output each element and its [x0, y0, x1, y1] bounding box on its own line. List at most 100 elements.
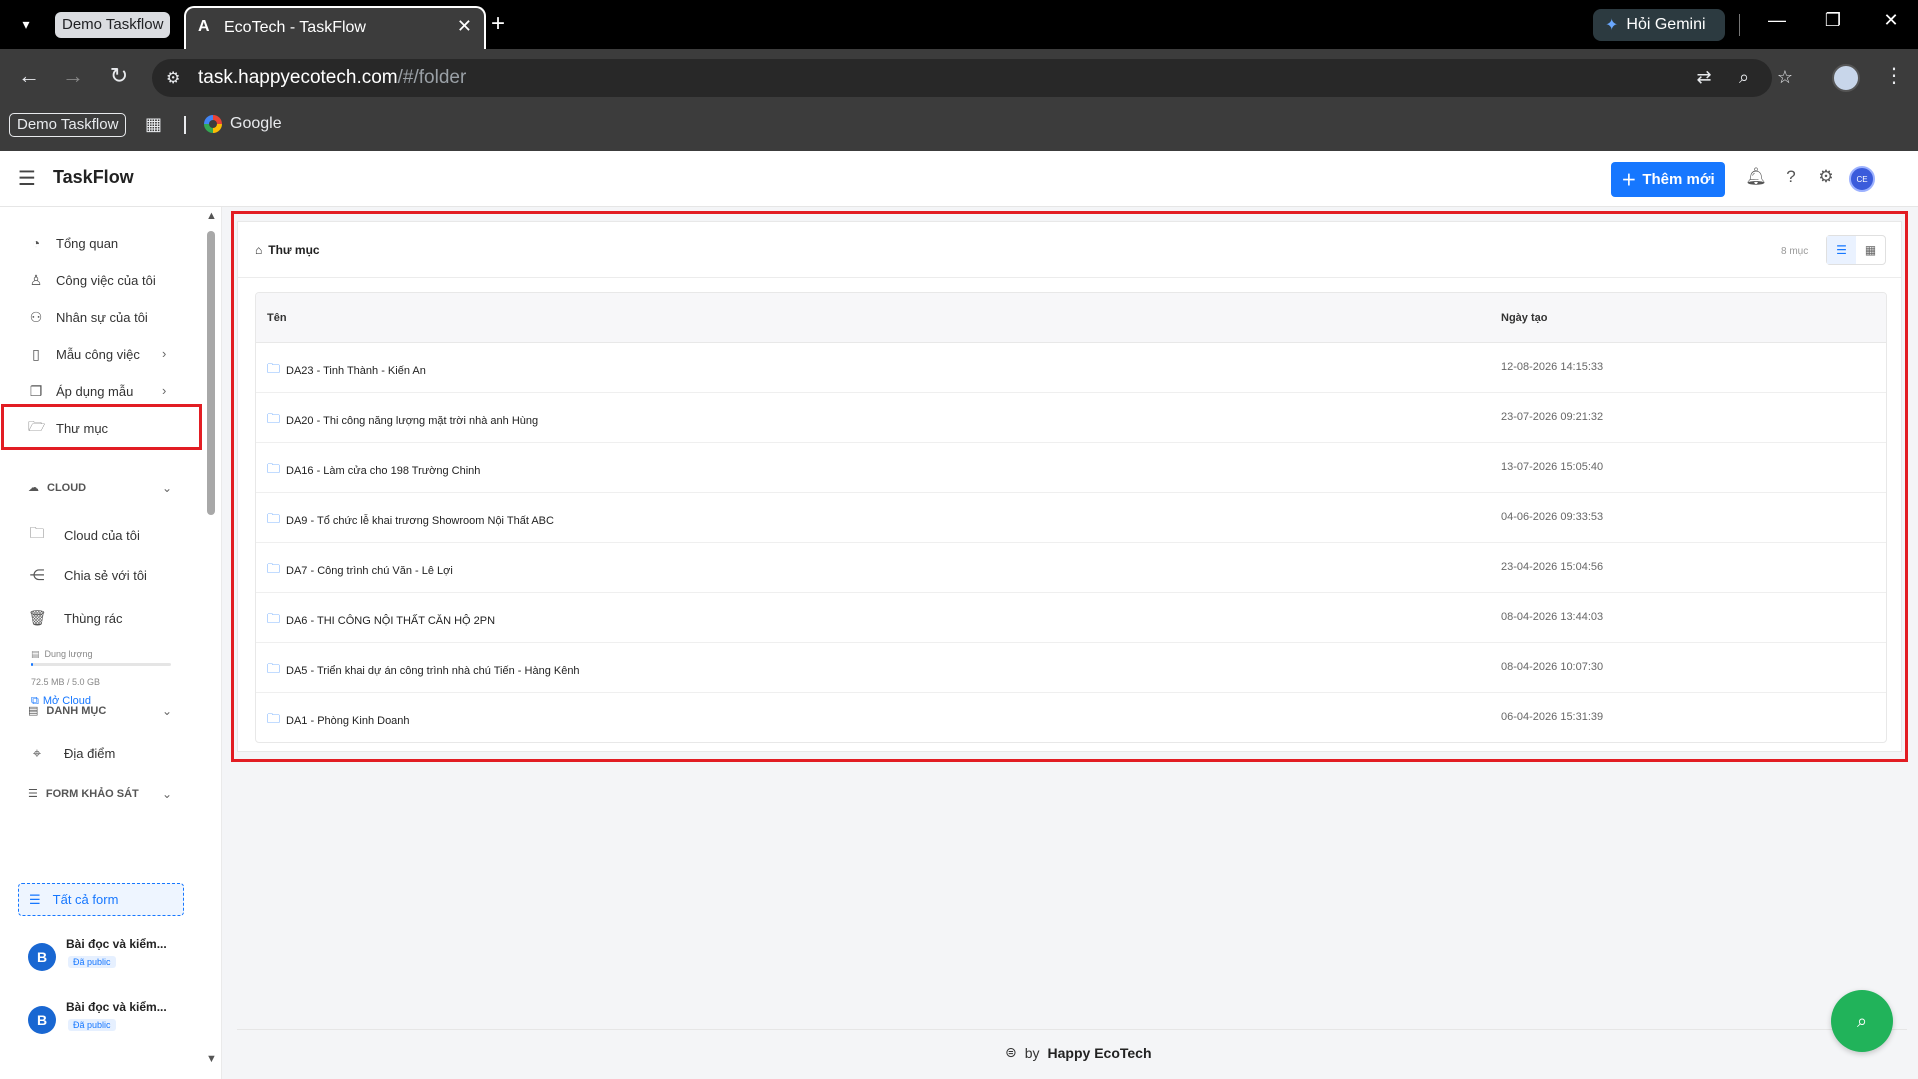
cloud-icon: ☁︎ [28, 482, 39, 494]
sidebar-item-label: Thùng rác [64, 610, 123, 626]
dashboard-icon: ◔ [31, 235, 41, 251]
translate-icon[interactable]: ⇄ [1692, 67, 1716, 88]
bookmark-google[interactable]: Google [204, 115, 282, 133]
main-highlight-box [231, 211, 1908, 762]
add-new-button[interactable]: ＋ Thêm mới [1611, 162, 1725, 197]
forms-heading-label: FORM KHẢO SÁT [45, 787, 139, 800]
window-separator [1739, 14, 1740, 36]
sidebar-item-label: Công việc của tôi [56, 272, 156, 288]
user-avatar[interactable]: CE [1849, 166, 1875, 192]
plus-icon: ＋ [1621, 172, 1637, 189]
profile-avatar[interactable] [1832, 64, 1860, 92]
back-arrow-icon[interactable]: ← [14, 63, 44, 89]
chat-search-icon: ⌕ [1856, 1010, 1868, 1031]
user-icon: ♙ [29, 271, 43, 288]
storage-label-text: Dung lượng [44, 649, 93, 659]
bookmark-star-icon[interactable]: ☆ [1773, 67, 1797, 88]
file-icon: ▯ [32, 345, 40, 362]
main-content: ⌂ Thư mục 8 mục ☰ ▦ Tên Ngày tạo 🗀︎ DA23 … [222, 207, 1918, 1079]
app-title: TaskFlow [53, 167, 134, 187]
form-avatar: B [28, 943, 56, 971]
zoom-icon[interactable]: ⌕ [1732, 67, 1756, 88]
footer: ⊜ by Happy EcoTech [237, 1029, 1907, 1079]
sidebar-highlight-box [1, 404, 202, 450]
apps-grid-icon[interactable]: ▦ [145, 114, 162, 135]
form-status-badge: Đã public [68, 1019, 116, 1031]
form-list-item[interactable]: B Bài đọc và kiểm... Đã public [28, 1000, 198, 1040]
sidebar-scrollbar[interactable]: ▲ ▼ [204, 207, 218, 1065]
storage-progress-fill [31, 663, 33, 666]
scroll-up-arrow-icon[interactable]: ▲ [206, 210, 217, 222]
forward-arrow-icon[interactable]: → [58, 63, 88, 89]
category-section-heading[interactable]: ▤ DANH MỤC [28, 704, 107, 718]
chevron-right-icon[interactable]: › [162, 346, 166, 361]
sidebar-item-shared-with-me[interactable]: ⋲ Chia sẻ với tôi [28, 566, 147, 584]
category-heading-label: DANH MỤC [46, 704, 107, 717]
bookmarks-bar: Demo Taskflow ▦ Google [0, 109, 1918, 151]
all-forms-button[interactable]: ☰ Tất cả form [18, 883, 184, 916]
form-title: Bài đọc và kiểm... [66, 1000, 167, 1014]
minimize-icon[interactable]: — [1762, 10, 1792, 31]
form-list-item[interactable]: B Bài đọc và kiểm... Đã public [28, 937, 198, 977]
gemini-button[interactable]: ✦ Hỏi Gemini [1593, 9, 1725, 41]
footer-brand: Happy EcoTech [1047, 1044, 1152, 1061]
reload-icon[interactable]: ↻ [104, 63, 134, 89]
sidebar-item-label: Áp dụng mẫu [56, 383, 134, 399]
gemini-sparkle-icon: ✦ [1605, 17, 1619, 34]
sidebar-item-my-staff[interactable]: ⚇ Nhân sự của tôi [28, 306, 148, 328]
site-info-icon[interactable]: ⚙ [166, 68, 180, 88]
browser-tabbar: ▾ Demo Taskflow A EcoTech - TaskFlow ✕ +… [0, 0, 1918, 49]
bell-icon[interactable]: 🔔︎ [1745, 167, 1767, 187]
gear-icon[interactable]: ⚙ [1815, 167, 1837, 187]
bookmark-group-chip[interactable]: Demo Taskflow [9, 113, 127, 137]
browser-tab-active[interactable]: A EcoTech - TaskFlow ✕ [184, 6, 486, 49]
help-icon[interactable]: ? [1780, 167, 1802, 187]
sidebar-item-apply-template[interactable]: ❐ Áp dụng mẫu [28, 380, 134, 402]
gemini-label: Hỏi Gemini [1626, 16, 1706, 33]
sidebar-item-my-cloud[interactable]: 🗀︎ Cloud của tôi [28, 523, 140, 548]
sidebar-item-label: Mẫu công việc [56, 346, 140, 362]
sidebar-item-my-tasks[interactable]: ♙ Công việc của tôi [28, 269, 156, 291]
scroll-down-arrow-icon[interactable]: ▼ [206, 1053, 217, 1065]
tab-search-chevron-icon[interactable]: ▾ [14, 12, 38, 36]
sidebar-item-label: Chia sẻ với tôi [64, 567, 147, 583]
chevron-down-icon[interactable]: ⌄ [162, 481, 172, 495]
form-avatar: B [28, 1006, 56, 1034]
list-box-icon: ▤ [28, 705, 39, 717]
chevron-down-icon[interactable]: ⌄ [162, 704, 172, 718]
form-title: Bài đọc và kiểm... [66, 937, 167, 951]
hamburger-menu-icon[interactable]: ☰ [18, 166, 36, 191]
list-icon: ☰ [28, 788, 38, 800]
footer-credit: ⊜ by Happy EcoTech [1005, 1044, 1152, 1061]
tab-group-chip[interactable]: Demo Taskflow [55, 12, 171, 38]
window-close-icon[interactable]: ✕ [1876, 10, 1906, 31]
tab-close-icon[interactable]: ✕ [457, 16, 472, 37]
google-logo-icon [204, 115, 222, 133]
database-icon: ▤ [31, 649, 40, 659]
browser-menu-icon[interactable]: ⋮ [1884, 63, 1904, 88]
chat-fab-button[interactable]: ⌕ [1831, 990, 1893, 1052]
scrollbar-thumb[interactable] [207, 231, 215, 515]
sidebar: ◔ Tổng quan ♙ Công việc của tôi ⚇ Nhân s… [0, 207, 222, 1079]
sidebar-item-task-templates[interactable]: ▯ Mẫu công việc [28, 343, 140, 365]
restore-icon[interactable]: ❐ [1818, 10, 1848, 31]
storage-label: ▤ Dung lượng [31, 649, 92, 660]
forms-section-heading[interactable]: ☰ FORM KHẢO SÁT [28, 787, 139, 801]
chevron-right-icon[interactable]: › [162, 383, 166, 398]
tab-title: EcoTech - TaskFlow [224, 19, 366, 36]
address-bar[interactable]: ⚙ task.happyecotech.com/#/folder ⇄ ⌕ ☆ [152, 59, 1793, 97]
sidebar-item-locations[interactable]: ⌖ Địa điểm [28, 745, 116, 762]
chevron-down-icon[interactable]: ⌄ [162, 787, 172, 801]
browser-toolbar: ← → ↻ ⚙ task.happyecotech.com/#/folder ⇄… [0, 49, 1918, 159]
cloud-section-heading[interactable]: ☁︎ CLOUD [28, 481, 86, 495]
app-header: ☰ TaskFlow ＋ Thêm mới 🔔︎ ? ⚙ CE [0, 151, 1918, 207]
sidebar-item-label: Nhân sự của tôi [56, 309, 148, 325]
storage-progress-bar [31, 663, 171, 666]
sidebar-item-overview[interactable]: ◔ Tổng quan [28, 232, 118, 254]
new-tab-button[interactable]: + [488, 10, 508, 38]
sidebar-item-label: Địa điểm [64, 746, 116, 761]
folder-icon: 🗀︎ [29, 525, 45, 542]
sidebar-item-trash[interactable]: 🗑︎ Thùng rác [28, 609, 123, 627]
all-forms-label: Tất cả form [52, 892, 119, 907]
sidebar-item-label: Cloud của tôi [64, 528, 140, 543]
